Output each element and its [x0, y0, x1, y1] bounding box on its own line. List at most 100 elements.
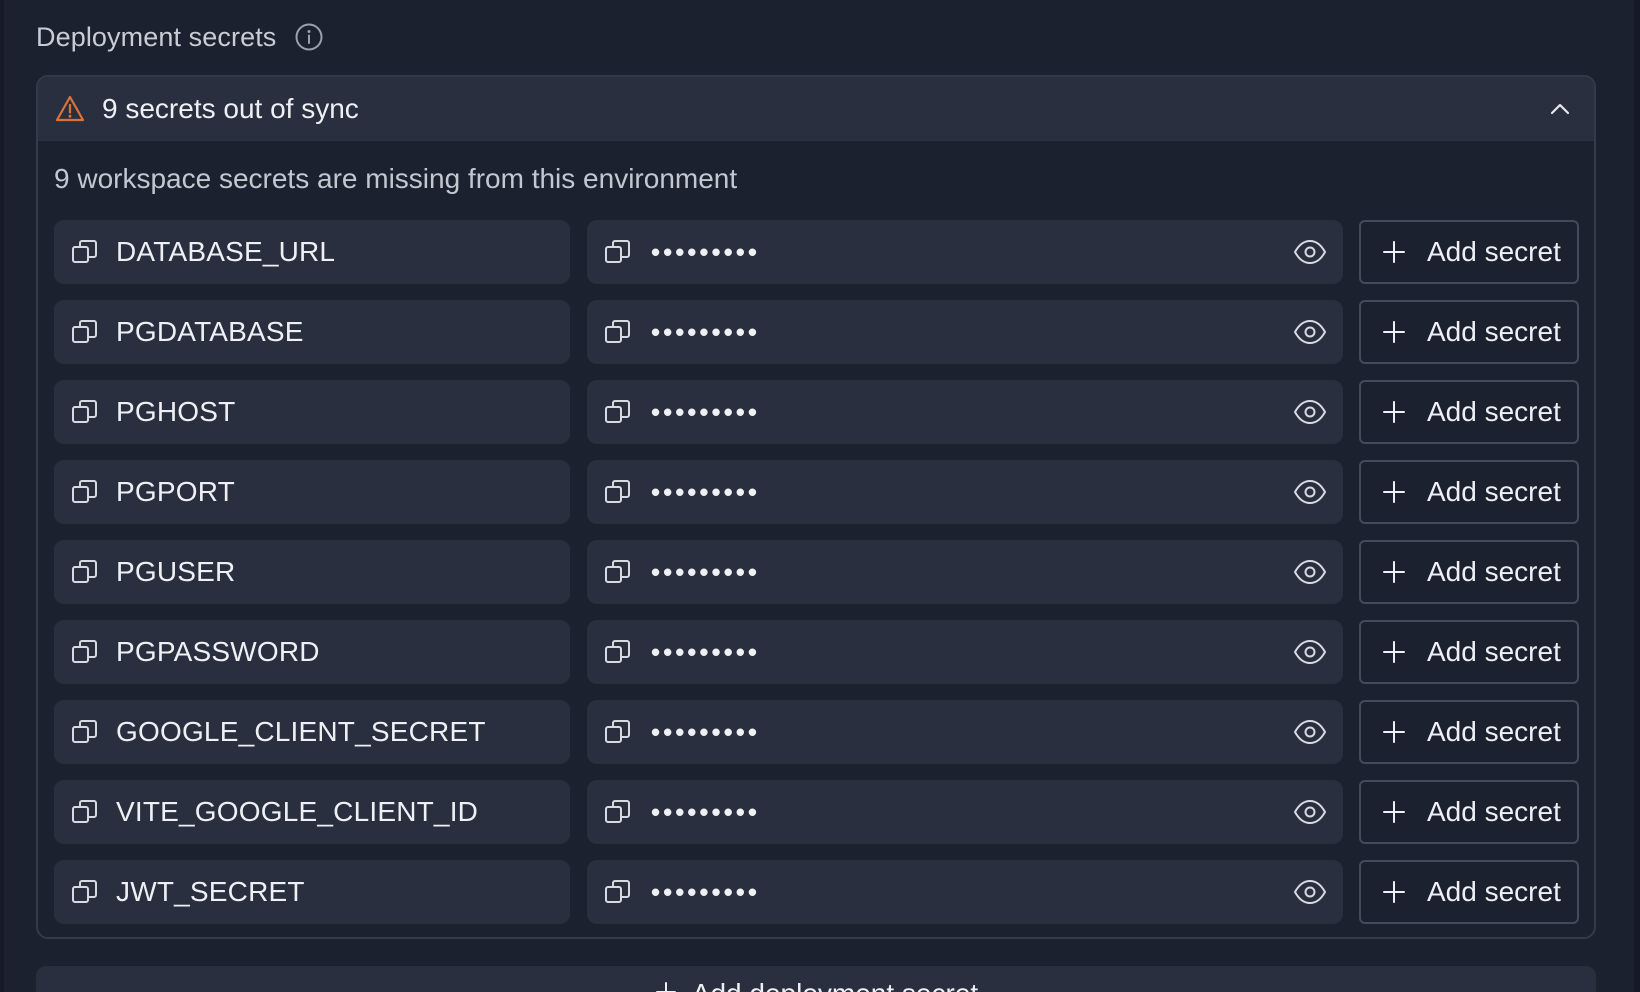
add-secret-label: Add secret [1427, 556, 1561, 587]
copy-icon[interactable] [70, 317, 100, 347]
plus-icon [1381, 399, 1407, 425]
plus-icon [1381, 639, 1407, 665]
secret-row: DATABASE_URL ••••••••• Add secret [54, 220, 1580, 284]
copy-icon[interactable] [603, 797, 633, 827]
add-secret-label: Add secret [1427, 476, 1561, 507]
plus-icon [1381, 479, 1407, 505]
deployment-secrets-page: Deployment secrets 9 secrets out of sync [0, 0, 1640, 992]
secret-row: PGPORT ••••••••• Add secret [54, 460, 1580, 524]
add-secret-button[interactable]: Add secret [1359, 700, 1579, 764]
secrets-list: DATABASE_URL ••••••••• Add secret PGDATABAS… [54, 220, 1580, 940]
secret-value-field[interactable]: ••••••••• [587, 460, 1343, 524]
out-of-sync-header[interactable]: 9 secrets out of sync [38, 77, 1594, 141]
secret-key-field[interactable]: PGPASSWORD [54, 620, 570, 684]
secret-key-field[interactable]: GOOGLE_CLIENT_SECRET [54, 700, 570, 764]
add-secret-button[interactable]: Add secret [1359, 860, 1579, 924]
add-secret-button[interactable]: Add secret [1359, 460, 1579, 524]
secret-value-masked: ••••••••• [651, 716, 760, 747]
secret-value-field[interactable]: ••••••••• [587, 620, 1343, 684]
secret-key-field[interactable]: PGHOST [54, 380, 570, 444]
secret-value-field[interactable]: ••••••••• [587, 700, 1343, 764]
secret-value-masked: ••••••••• [651, 636, 760, 667]
copy-icon[interactable] [603, 317, 633, 347]
add-secret-label: Add secret [1427, 396, 1561, 427]
out-of-sync-description: 9 workspace secrets are missing from thi… [54, 163, 738, 194]
add-secret-label: Add secret [1427, 316, 1561, 347]
eye-icon[interactable] [1293, 797, 1327, 827]
copy-icon[interactable] [603, 397, 633, 427]
secret-row: GOOGLE_CLIENT_SECRET ••••••••• Add secret [54, 700, 1580, 764]
eye-icon[interactable] [1293, 717, 1327, 747]
copy-icon[interactable] [70, 877, 100, 907]
section-header: Deployment secrets [36, 18, 324, 56]
eye-icon[interactable] [1293, 397, 1327, 427]
copy-icon[interactable] [70, 717, 100, 747]
secret-value-field[interactable]: ••••••••• [587, 860, 1343, 924]
copy-icon[interactable] [70, 557, 100, 587]
copy-icon[interactable] [603, 237, 633, 267]
secret-key: PGPORT [116, 476, 235, 507]
secret-row: PGUSER ••••••••• Add secret [54, 540, 1580, 604]
eye-icon[interactable] [1293, 557, 1327, 587]
add-secret-button[interactable]: Add secret [1359, 220, 1579, 284]
secret-value-masked: ••••••••• [651, 876, 760, 907]
add-secret-label: Add secret [1427, 796, 1561, 827]
add-secret-button[interactable]: Add secret [1359, 300, 1579, 364]
secret-row: VITE_GOOGLE_CLIENT_ID ••••••••• Add secret [54, 780, 1580, 844]
info-icon[interactable] [294, 22, 324, 52]
add-deployment-secret-label: Add deployment secret [692, 978, 978, 992]
copy-icon[interactable] [70, 637, 100, 667]
copy-icon[interactable] [70, 237, 100, 267]
secret-key-field[interactable]: DATABASE_URL [54, 220, 570, 284]
secret-value-masked: ••••••••• [651, 396, 760, 427]
eye-icon[interactable] [1293, 477, 1327, 507]
secret-key: PGDATABASE [116, 316, 304, 347]
chevron-up-icon[interactable] [1546, 95, 1574, 123]
add-secret-button[interactable]: Add secret [1359, 380, 1579, 444]
add-secret-button[interactable]: Add secret [1359, 620, 1579, 684]
plus-icon [1381, 719, 1407, 745]
secret-key: VITE_GOOGLE_CLIENT_ID [116, 796, 479, 827]
plus-icon [1381, 319, 1407, 345]
eye-icon[interactable] [1293, 237, 1327, 267]
eye-icon[interactable] [1293, 637, 1327, 667]
copy-icon[interactable] [603, 717, 633, 747]
secret-value-masked: ••••••••• [651, 476, 760, 507]
secret-key-field[interactable]: PGDATABASE [54, 300, 570, 364]
secret-value-field[interactable]: ••••••••• [587, 300, 1343, 364]
secret-key-field[interactable]: VITE_GOOGLE_CLIENT_ID [54, 780, 570, 844]
secret-key: DATABASE_URL [116, 236, 336, 267]
secret-value-field[interactable]: ••••••••• [587, 220, 1343, 284]
copy-icon[interactable] [603, 637, 633, 667]
add-secret-label: Add secret [1427, 636, 1561, 667]
secret-key: PGPASSWORD [116, 636, 320, 667]
copy-icon[interactable] [70, 397, 100, 427]
copy-icon[interactable] [603, 477, 633, 507]
secret-value-masked: ••••••••• [651, 316, 760, 347]
add-deployment-secret-button[interactable]: Add deployment secret [36, 966, 1596, 992]
plus-icon [654, 980, 678, 992]
out-of-sync-title: 9 secrets out of sync [102, 93, 359, 124]
left-edge [0, 0, 4, 992]
secret-key: PGHOST [116, 396, 236, 427]
add-secret-label: Add secret [1427, 236, 1561, 267]
secret-key-field[interactable]: PGUSER [54, 540, 570, 604]
copy-icon[interactable] [603, 877, 633, 907]
add-secret-button[interactable]: Add secret [1359, 780, 1579, 844]
plus-icon [1381, 799, 1407, 825]
copy-icon[interactable] [603, 557, 633, 587]
copy-icon[interactable] [70, 797, 100, 827]
warning-triangle-icon [54, 93, 86, 125]
eye-icon[interactable] [1293, 317, 1327, 347]
secret-key-field[interactable]: PGPORT [54, 460, 570, 524]
add-secret-button[interactable]: Add secret [1359, 540, 1579, 604]
secret-value-field[interactable]: ••••••••• [587, 780, 1343, 844]
secret-value-masked: ••••••••• [651, 236, 760, 267]
secret-value-field[interactable]: ••••••••• [587, 540, 1343, 604]
eye-icon[interactable] [1293, 877, 1327, 907]
secret-key: PGUSER [116, 556, 236, 587]
secret-value-field[interactable]: ••••••••• [587, 380, 1343, 444]
secret-key-field[interactable]: JWT_SECRET [54, 860, 570, 924]
copy-icon[interactable] [70, 477, 100, 507]
right-edge [1634, 0, 1640, 992]
